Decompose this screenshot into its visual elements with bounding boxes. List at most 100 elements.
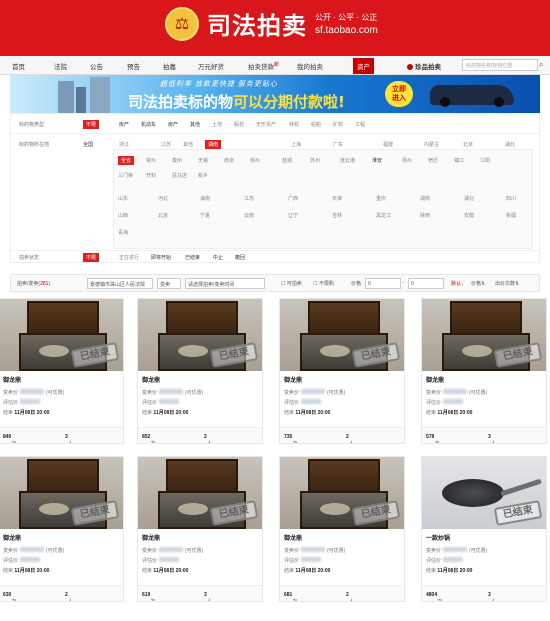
region-province[interactable]: 辽宁 (288, 212, 298, 219)
region-province[interactable]: 新疆 (506, 212, 516, 219)
auction-card[interactable]: 已结束御龙鼎变卖价 (可优惠) 评估价结束 11月08日 20:00 852 次围观 2… (137, 298, 263, 444)
item-title[interactable]: 御龙鼎 (284, 533, 302, 542)
filter-location-all[interactable]: 全国 (83, 141, 93, 148)
filter-status-option[interactable]: 已结束 (185, 254, 200, 261)
region-city[interactable]: 新乡 (198, 172, 208, 179)
region-province[interactable]: 云南 (244, 212, 254, 219)
region-city[interactable]: 无锡 (198, 157, 208, 164)
region-province[interactable]: 黑龙江 (376, 212, 391, 219)
filter-status-option[interactable]: 正在进行 (119, 254, 139, 261)
filter-status-all[interactable]: 不限 (83, 253, 100, 262)
region-province[interactable]: 青海 (118, 229, 128, 236)
filter-location-option[interactable]: 浙江 (119, 141, 129, 148)
region-city[interactable]: 扬州 (402, 157, 412, 164)
nav-assets[interactable]: 资产 (353, 58, 374, 74)
auction-card[interactable]: 已结束御龙鼎变卖价 (可优惠) 评估价结束 11月08日 20:00 840 次围观 3… (0, 298, 124, 444)
filter-type-option[interactable]: 房产 (168, 121, 178, 128)
filter-type-option[interactable]: 股权 (234, 121, 244, 128)
region-province[interactable]: 陕西 (420, 212, 430, 219)
region-province[interactable]: 天津 (332, 195, 342, 202)
region-province[interactable]: 重庆 (376, 195, 386, 202)
region-city[interactable]: 徐州 (250, 157, 260, 164)
nav-court[interactable]: 法院 (54, 61, 67, 71)
time-select[interactable]: 请选择拍卖/变卖时间 (185, 278, 265, 289)
filter-type-all[interactable]: 不限 (83, 120, 100, 129)
item-thumbnail[interactable]: 已结束 (0, 299, 123, 371)
region-city[interactable]: 泰州 (172, 157, 182, 164)
region-province[interactable]: 宁夏 (200, 212, 210, 219)
region-city-selected[interactable]: 全省 (118, 156, 135, 165)
item-thumbnail[interactable]: 已结束 (138, 299, 262, 371)
nav-my-auction[interactable]: 我的拍卖 (297, 61, 323, 71)
region-city[interactable]: 淮安 (372, 157, 382, 164)
item-title[interactable]: 一款炒锅 (426, 533, 450, 542)
region-city[interactable]: 宿迁 (428, 157, 438, 164)
nav-notice[interactable]: 公告 (90, 61, 103, 71)
item-thumbnail[interactable]: 已结束 (280, 457, 404, 529)
court-select[interactable]: 景德镇市珠山区人民法院 (87, 278, 153, 289)
auction-card[interactable]: 已结束御龙鼎变卖价 (可优惠) 评估价结束 11月08日 20:00 735 次围观 2… (279, 298, 405, 444)
region-city[interactable]: 南京 (224, 157, 234, 164)
filter-location-option-selected[interactable]: 湖南 (205, 140, 222, 149)
price-max-input[interactable]: 0 (408, 278, 444, 289)
sort-default[interactable]: 默认↓ (451, 280, 464, 287)
nav-preview[interactable]: 预告 (127, 61, 140, 71)
nav-loan[interactable]: 拍卖贷款新 (248, 61, 279, 71)
search-icon[interactable]: ⌕ (539, 60, 547, 70)
item-thumbnail[interactable]: 已结束 (422, 299, 546, 371)
filter-status-option[interactable]: 中止 (213, 254, 223, 261)
region-province[interactable]: 河北 (158, 195, 168, 202)
checkbox-unlimited[interactable]: ☐ 不限购 (313, 280, 334, 287)
region-province[interactable]: 广西 (288, 195, 298, 202)
region-city[interactable]: 开封 (146, 172, 156, 179)
promo-banner[interactable]: 超低利率 放款更快捷 服务更贴心 司法拍卖标的物可以分期付款啦! 立即 进入 (10, 75, 540, 113)
region-city[interactable]: 江阴 (480, 157, 490, 164)
filter-location-option[interactable]: 其他 (183, 141, 193, 148)
region-city[interactable]: 三门峡 (118, 172, 133, 179)
region-province[interactable]: 湖南 (420, 195, 430, 202)
filter-location-option[interactable]: 江苏 (161, 141, 171, 148)
sort-bids[interactable]: 出价次数⇅ (495, 280, 519, 287)
region-city[interactable]: 盐城 (282, 157, 292, 164)
item-title[interactable]: 御龙鼎 (284, 375, 302, 384)
region-city[interactable]: 驻马店 (172, 172, 187, 179)
filter-status-option[interactable]: 撤回 (235, 254, 245, 261)
item-thumbnail[interactable]: 已结束 (0, 457, 123, 529)
item-title[interactable]: 御龙鼎 (3, 533, 21, 542)
price-min-input[interactable]: 0 (365, 278, 401, 289)
auction-card[interactable]: 已结束御龙鼎变卖价 (可优惠) 评估价结束 11月08日 20:00 578 次围观 3… (421, 298, 547, 444)
treasure-auction-link[interactable]: 珍品拍卖 (407, 61, 441, 71)
site-logo[interactable]: ⚖ 司法拍卖 公开 · 公平 · 公正 sf.taobao.com (165, 6, 378, 41)
region-province[interactable]: 湖北 (464, 195, 474, 202)
region-province[interactable]: 安徽 (464, 212, 474, 219)
checkbox-available[interactable]: ☐ 可拍卖 (281, 280, 302, 287)
filter-location-option[interactable]: 福建 (383, 141, 393, 148)
region-province[interactable]: 山东 (118, 195, 128, 202)
filter-type-option[interactable]: 土地 (212, 121, 222, 128)
region-province[interactable]: 四川 (506, 195, 516, 202)
banner-cta-button[interactable]: 立即 进入 (385, 81, 413, 107)
filter-location-option[interactable]: 北京 (463, 141, 473, 148)
filter-type-option[interactable]: 机动车 (141, 121, 156, 128)
filter-location-option[interactable]: 内蒙古 (424, 141, 439, 148)
filter-type-option[interactable]: 其他 (190, 121, 200, 128)
region-city[interactable]: 常州 (146, 157, 156, 164)
auction-type-select[interactable]: 变卖 (157, 278, 181, 289)
region-province[interactable]: 北京 (158, 212, 168, 219)
filter-type-option[interactable]: 船舶 (311, 121, 321, 128)
region-province[interactable]: 海南 (200, 195, 210, 202)
filter-status-option[interactable]: 即将开始 (151, 254, 171, 261)
nav-jia[interactable]: 拍嘉 (163, 61, 176, 71)
region-province[interactable]: 山西 (118, 212, 128, 219)
region-province[interactable]: 江苏 (244, 195, 254, 202)
filter-type-option[interactable]: 房产 (119, 121, 129, 128)
filter-type-option[interactable]: 矿权 (333, 121, 343, 128)
search-input[interactable]: 标的物名称/标物位置 (462, 59, 538, 71)
region-city[interactable]: 连云港 (340, 157, 355, 164)
region-city[interactable]: 苏州 (310, 157, 320, 164)
auction-card[interactable]: 已结束御龙鼎变卖价 (可优惠) 评估价结束 11月08日 20:00 630 次围观 2… (0, 456, 124, 602)
filter-type-option[interactable]: 无形资产 (256, 121, 276, 128)
sort-price[interactable]: 价格⇅ (471, 280, 485, 287)
item-thumbnail[interactable]: 已结束 (422, 457, 546, 529)
region-city[interactable]: 镇江 (454, 157, 464, 164)
